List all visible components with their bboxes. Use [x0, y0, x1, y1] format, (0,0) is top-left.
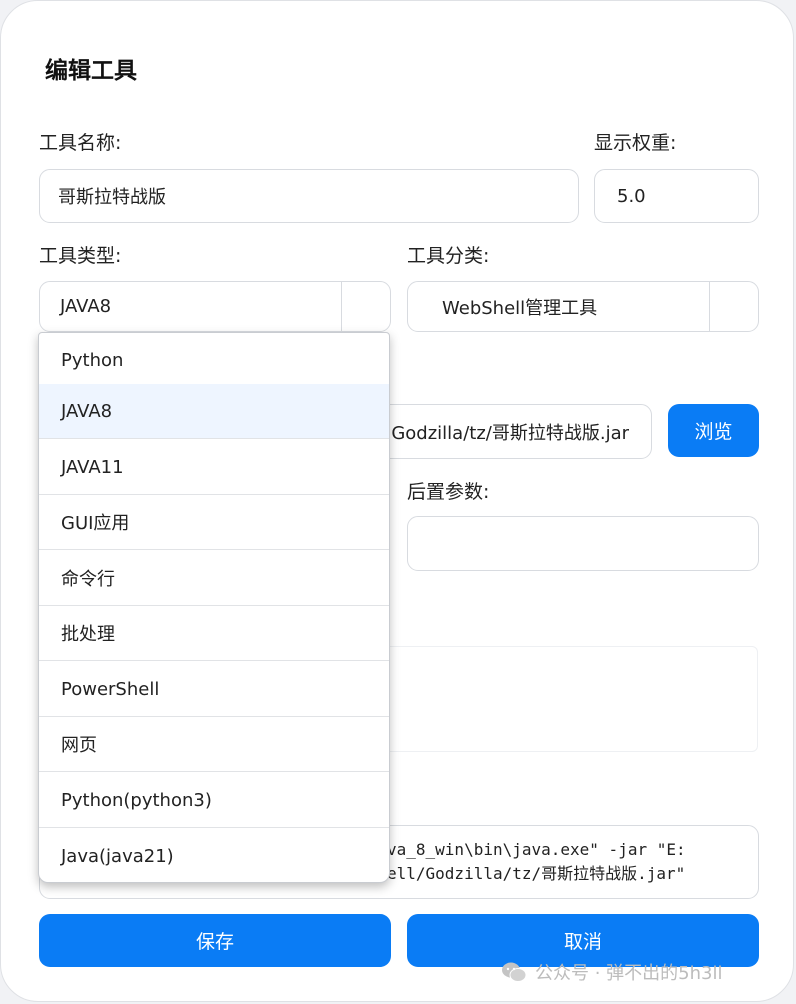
- tool-category-value: WebShell管理工具: [442, 297, 598, 319]
- tool-type-select[interactable]: JAVA8: [39, 281, 391, 332]
- dropdown-option-batch[interactable]: 批处理: [39, 606, 389, 661]
- post-params-input[interactable]: [407, 516, 759, 571]
- command-line-1: va_8_win\bin\java.exe" -jar "E:: [387, 840, 686, 859]
- tool-type-label: 工具类型:: [39, 245, 122, 267]
- tool-name-label: 工具名称:: [39, 132, 122, 154]
- dropdown-option-powershell[interactable]: PowerShell: [39, 662, 389, 717]
- tool-type-dropdown-button[interactable]: [341, 282, 390, 331]
- wechat-icon: [502, 962, 527, 982]
- dropdown-option-java11[interactable]: JAVA11: [39, 440, 389, 495]
- tool-path-value: Godzilla/tz/哥斯拉特战版.jar: [391, 422, 629, 444]
- weight-value: 5.0: [617, 185, 646, 207]
- tool-type-value: JAVA8: [60, 296, 112, 317]
- tool-category-select[interactable]: WebShell管理工具: [407, 281, 759, 332]
- dropdown-option-webpage[interactable]: 网页: [39, 717, 389, 772]
- dropdown-option-java8[interactable]: JAVA8: [39, 384, 389, 439]
- watermark-text: 公众号 · 弹不出的5h3ll: [535, 963, 723, 984]
- tool-type-dropdown-list: Python JAVA8 JAVA11 GUI应用 命令行 批处理 PowerS…: [38, 332, 390, 883]
- tool-category-label: 工具分类:: [407, 245, 490, 267]
- weight-label: 显示权重:: [594, 132, 677, 154]
- browse-button[interactable]: 浏览: [668, 404, 759, 457]
- dropdown-option-python[interactable]: Python: [39, 333, 389, 388]
- command-line-2: ell/Godzilla/tz/哥斯拉特战版.jar": [387, 864, 686, 883]
- tool-category-dropdown-button[interactable]: [709, 282, 758, 331]
- watermark: 公众号 · 弹不出的5h3ll: [501, 959, 722, 985]
- dropdown-option-java21[interactable]: Java(java21): [39, 829, 389, 882]
- description-textarea[interactable]: [331, 646, 758, 752]
- dropdown-option-command-line[interactable]: 命令行: [39, 551, 389, 606]
- post-params-label: 后置参数:: [407, 481, 490, 503]
- weight-input[interactable]: 5.0: [594, 169, 759, 223]
- tool-name-value: 哥斯拉特战版: [58, 187, 166, 208]
- tool-name-input[interactable]: 哥斯拉特战版: [39, 169, 579, 223]
- dialog-title: 编辑工具: [45, 58, 137, 84]
- dropdown-option-python3[interactable]: Python(python3): [39, 773, 389, 828]
- save-button[interactable]: 保存: [39, 914, 391, 967]
- dropdown-option-gui-app[interactable]: GUI应用: [39, 495, 389, 550]
